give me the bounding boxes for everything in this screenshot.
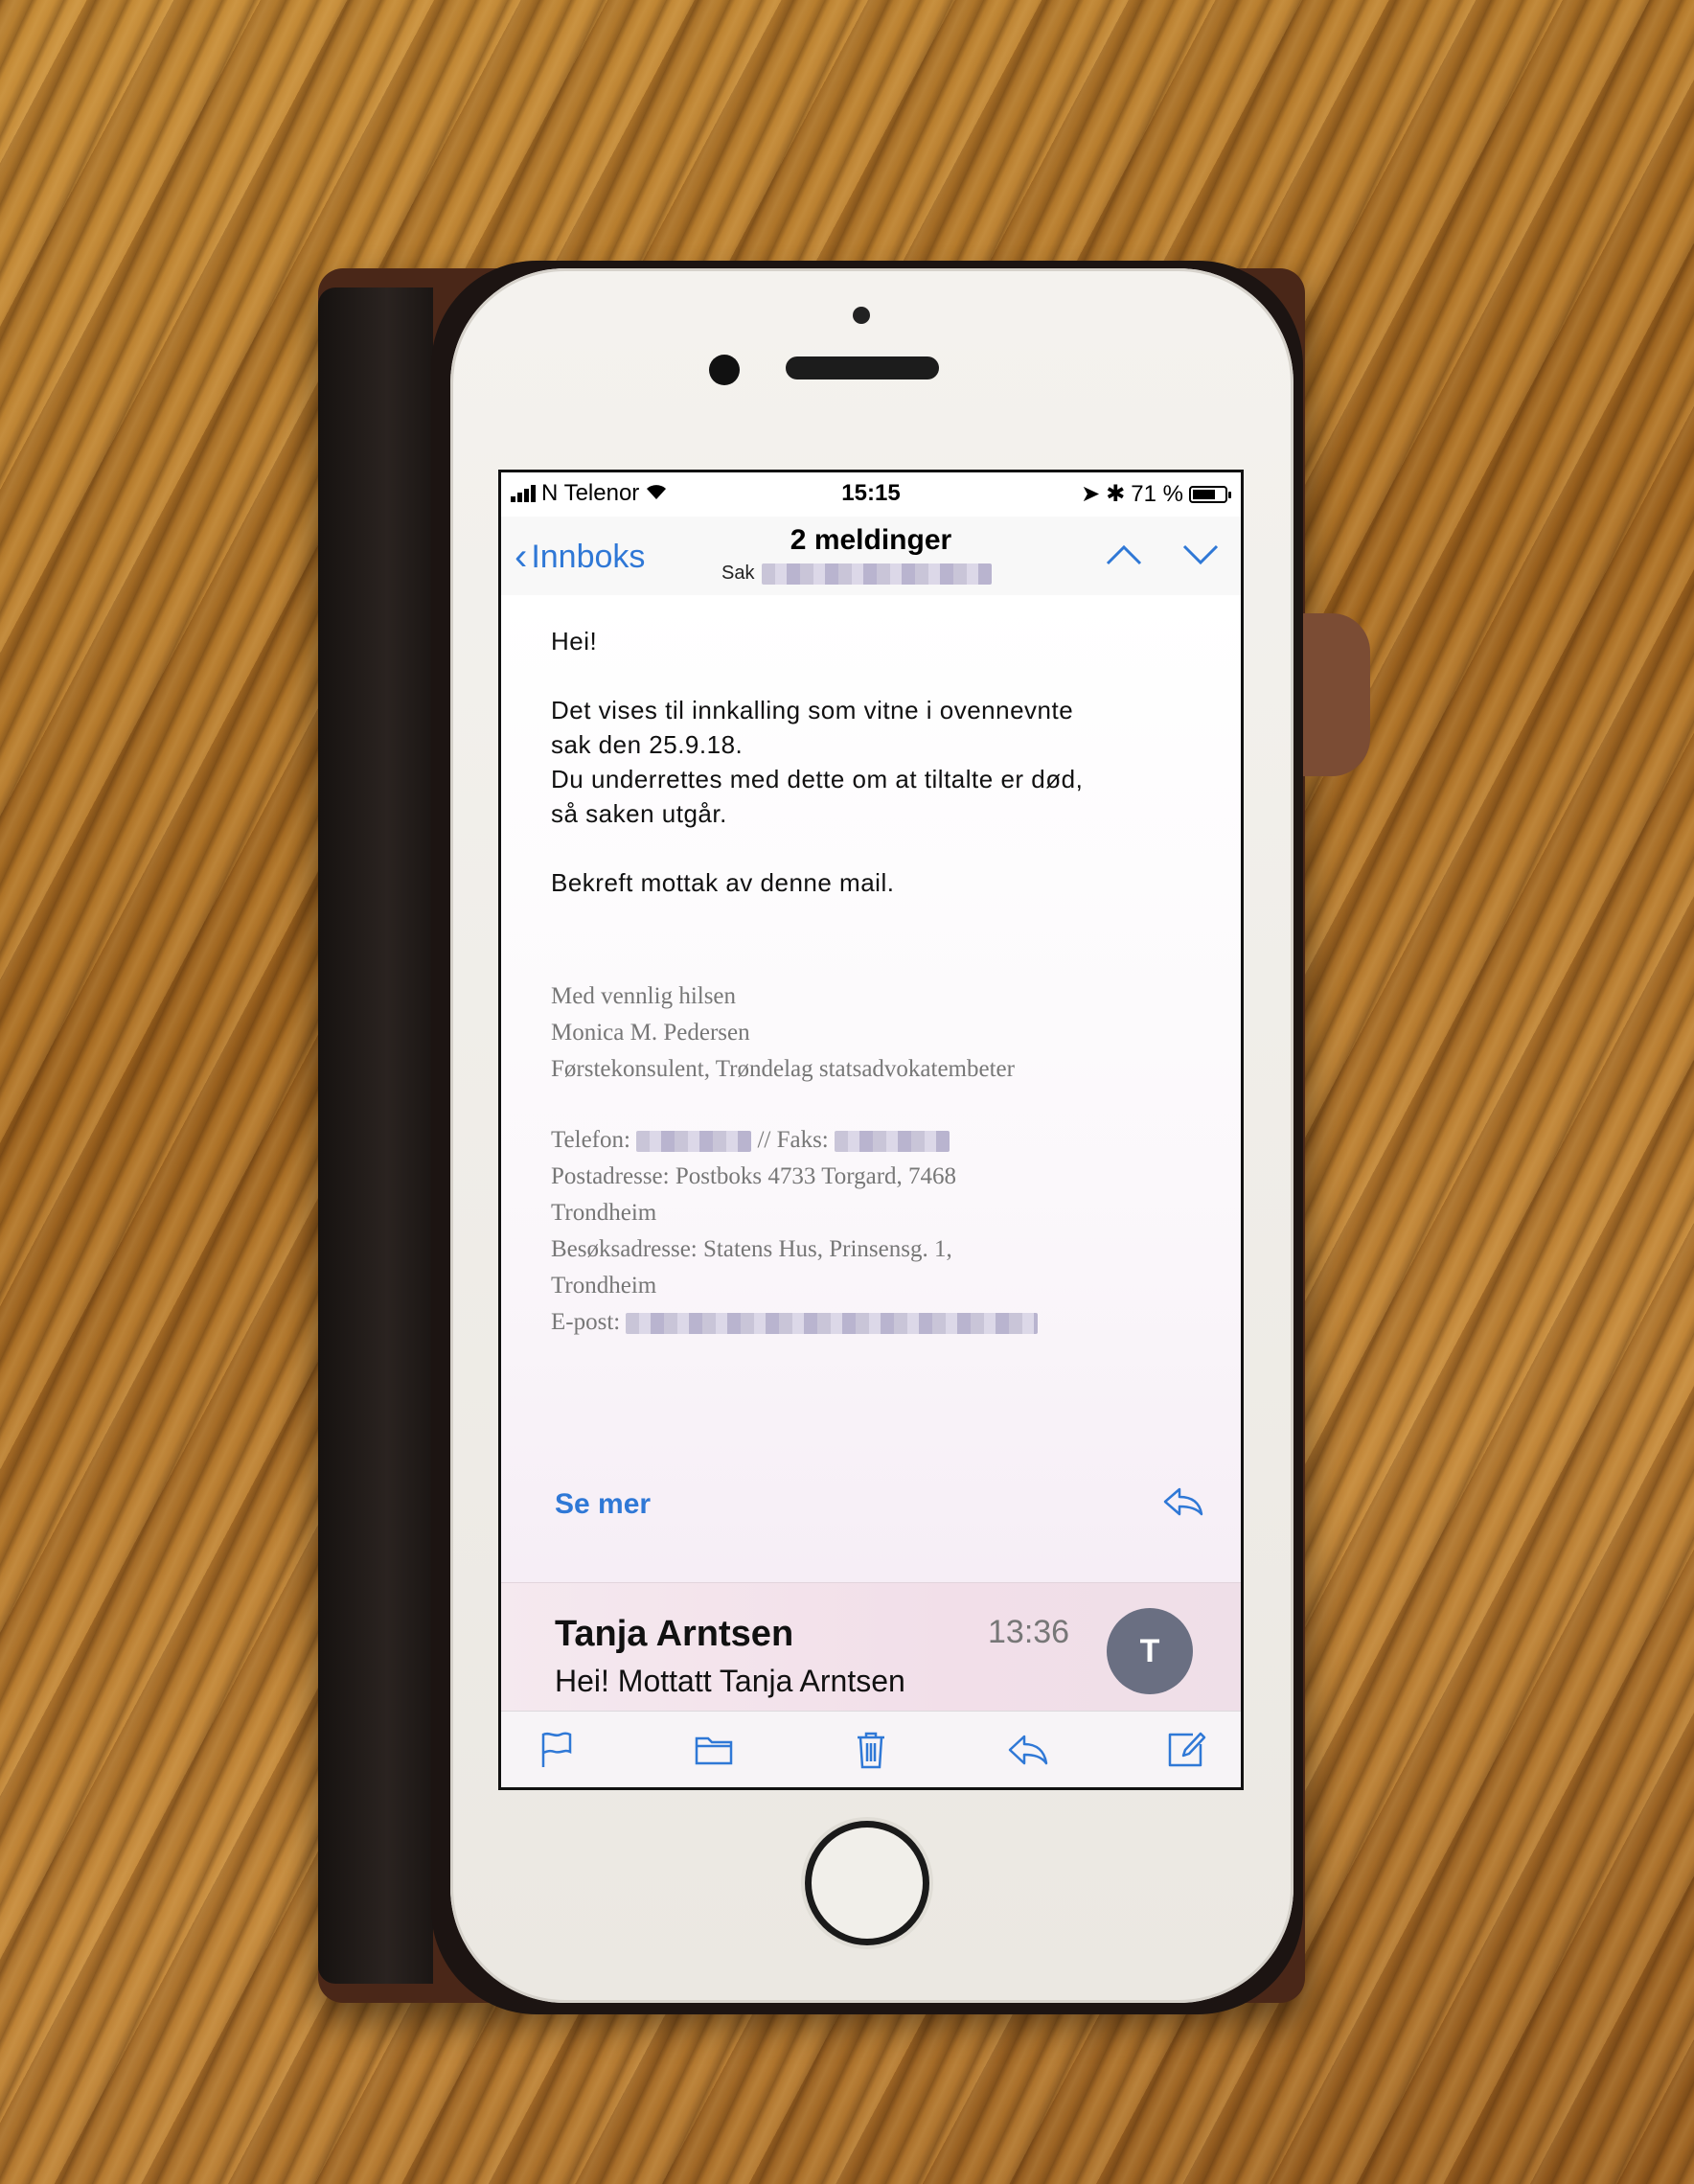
signature-email-line: E-post: — [551, 1304, 1039, 1341]
message-line: Bekreft mottak av denne mail. — [551, 868, 895, 897]
message-navigation — [1105, 536, 1220, 576]
phone-screen: N Telenor 15:15 ➤ ✱ 71 % ‹ Innboks 2 mel… — [498, 470, 1244, 1790]
navigation-bar: ‹ Innboks 2 meldinger Sak — [501, 517, 1241, 596]
folder-icon — [695, 1736, 733, 1764]
redacted-fax — [835, 1131, 950, 1153]
home-button[interactable] — [805, 1821, 929, 1945]
email-label: E-post: — [551, 1309, 621, 1335]
move-folder-button[interactable] — [687, 1723, 741, 1777]
redacted-phone — [636, 1131, 752, 1153]
chevron-down-icon[interactable] — [1181, 536, 1220, 576]
see-more-link[interactable]: Se mer — [555, 1488, 651, 1521]
signature-postal: Postadresse: Postboks 4733 Torgard, 7468 — [551, 1163, 957, 1189]
message-line: sak den 25.9.18. — [551, 730, 744, 759]
fax-label: // Faks: — [757, 1127, 829, 1153]
compose-icon — [1168, 1732, 1206, 1766]
message-line: så saken utgår. — [551, 799, 727, 828]
signature-phone-line: Telefon: // Faks: — [551, 1122, 1038, 1159]
reply-icon[interactable] — [1162, 1486, 1204, 1525]
flag-button[interactable] — [530, 1723, 584, 1777]
battery-icon — [1189, 485, 1231, 503]
status-right: ➤ ✱ 71 % — [1081, 480, 1231, 508]
message-text: Hei! Det vises til innkalling som vitne … — [551, 624, 1083, 900]
earpiece-speaker — [786, 356, 939, 379]
signature-title: Førstekonsulent, Trøndelag statsadvokate… — [551, 1056, 1015, 1082]
greeting: Hei! — [551, 627, 598, 655]
chevron-up-icon[interactable] — [1105, 536, 1143, 576]
message-preview: Hei! Mottatt Tanja Arntsen — [555, 1664, 905, 1698]
front-sensor — [853, 307, 870, 324]
redacted-subject — [762, 563, 993, 585]
redacted-email[interactable] — [626, 1313, 1039, 1335]
flag-icon — [541, 1732, 572, 1767]
trash-icon — [858, 1732, 884, 1768]
status-bar: N Telenor 15:15 ➤ ✱ 71 % — [501, 472, 1241, 517]
message-body: Hei! Det vises til innkalling som vitne … — [501, 595, 1241, 1582]
signature-name: Monica M. Pedersen — [551, 1020, 750, 1046]
reply-button[interactable] — [1001, 1723, 1055, 1777]
message-line: Du underrettes med dette om at tiltalte … — [551, 765, 1084, 793]
signature-visit: Besøksadresse: Statens Hus, Prinsensg. 1… — [551, 1236, 952, 1262]
delete-button[interactable] — [844, 1723, 898, 1777]
battery-percent: 71 % — [1131, 480, 1183, 507]
bluetooth-icon: ✱ — [1106, 481, 1126, 507]
phone-label: Telefon: — [551, 1127, 630, 1153]
email-signature: Med vennlig hilsen Monica M. Pedersen Fø… — [551, 978, 1039, 1341]
compose-button[interactable] — [1158, 1723, 1212, 1777]
message-line: Det vises til innkalling som vitne i ove… — [551, 696, 1074, 724]
signature-postal-city: Trondheim — [551, 1200, 657, 1226]
thread-subject: Sak — [721, 563, 993, 585]
wallet-spine — [318, 287, 433, 1984]
subject-prefix: Sak — [721, 563, 755, 584]
location-icon: ➤ — [1081, 481, 1101, 507]
front-camera — [709, 355, 740, 385]
reply-icon — [1008, 1735, 1048, 1764]
bottom-toolbar — [501, 1711, 1241, 1787]
sender-name: Tanja Arntsen — [555, 1614, 794, 1654]
message-time: 13:36 — [988, 1614, 1070, 1650]
avatar: T — [1107, 1608, 1193, 1694]
signature-closing: Med vennlig hilsen — [551, 983, 737, 1009]
message-preview-row[interactable]: Tanja Arntsen 13:36 Hei! Mottatt Tanja A… — [501, 1582, 1241, 1717]
signature-visit-city: Trondheim — [551, 1273, 657, 1299]
battery-fill — [1193, 489, 1215, 499]
